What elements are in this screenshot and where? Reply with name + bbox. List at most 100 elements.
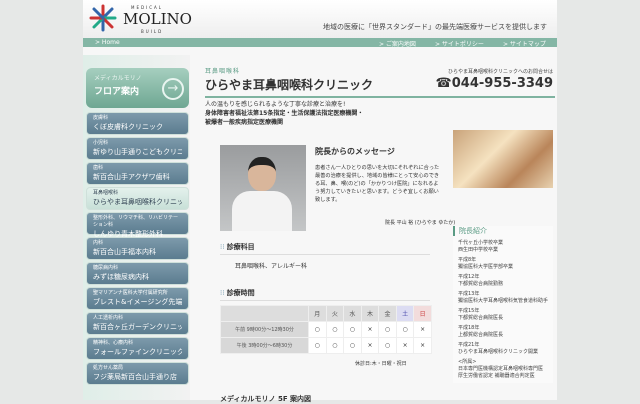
- sidebar-item-category: 内科: [93, 240, 104, 246]
- phone-icon: ☎: [435, 76, 452, 91]
- sidebar-item-label: ひらやま耳鼻咽喉科クリニック: [93, 198, 182, 206]
- nav-home[interactable]: > Home: [95, 39, 120, 46]
- sidebar-item[interactable]: 処方せん薬局フジ薬局新百合山手通り店: [86, 362, 189, 385]
- sidebar-item-label: 新百合山手アクザワ歯科: [93, 173, 170, 181]
- availability-cell: ○: [343, 321, 362, 338]
- profile-entry: 千代ヶ丘小学校卒業 西生田中学校卒業: [458, 240, 504, 253]
- phone-value: 044-955-3349: [451, 76, 553, 91]
- header: MEDICAL MOLINO BUILD 地域の医療に「世界スタンダード」の最先…: [83, 0, 557, 38]
- time-label: 午前 9時00分〜12時30分: [220, 321, 309, 338]
- sidebar-item-category: 精神科、心療内科: [93, 340, 134, 346]
- profile-entry: 平成13年 獨協医科大学耳鼻咽喉科気管食道科助手: [458, 291, 549, 304]
- availability-cell: ○: [395, 321, 415, 338]
- hours-heading: 診療時間: [220, 288, 430, 301]
- availability-cell: ×: [413, 337, 432, 354]
- header-cell: [220, 305, 309, 322]
- logo-icon[interactable]: [89, 4, 117, 32]
- table-header-row: 月火水木金土日: [220, 305, 432, 322]
- sidebar-item-category: 整形外科、リウマチ科、リハビリテーション科: [93, 215, 179, 228]
- day-header: 日: [413, 305, 432, 322]
- profile-entry: 平成15年 下都賀総合病院医長: [458, 308, 504, 321]
- floor-guide-button[interactable]: メディカルモリノ フロア案内 →: [86, 68, 189, 108]
- phone-number: ☎044-955-3349: [436, 76, 553, 91]
- intro: 人の温もりを感じられるような丁寧な診療と治療を! 身体障害者福祉法第15条指定・…: [205, 100, 435, 127]
- sidebar-item[interactable]: 精神科、心療内科フォールファインクリニック: [86, 337, 189, 360]
- profile-entry: 平成12年 下都賀総合病院勤務: [458, 274, 504, 287]
- availability-cell: ○: [325, 337, 345, 354]
- closed-days: 休診日:木・日曜・祝日: [355, 361, 407, 367]
- availability-cell: ×: [395, 337, 415, 354]
- nav-policy[interactable]: > サイトポリシー: [435, 39, 484, 48]
- logo-name[interactable]: MOLINO: [123, 10, 192, 28]
- floor-sub: メディカルモリノ: [94, 75, 142, 82]
- sidebar-item-category: 糖尿病内科: [93, 265, 119, 271]
- availability-cell: ○: [325, 321, 345, 338]
- sidebar-item-label: フォールファインクリニック: [93, 348, 182, 356]
- sidebar-item-category: 処方せん薬局: [93, 365, 124, 371]
- signature: 院長 平山 裕 (ひらやま ゆたか): [385, 220, 456, 226]
- sidebar-item-label: 新百合ヶ丘ガーデンクリニック: [93, 323, 182, 331]
- table-row: 午後 3時00分〜6時30分 ○ ○ ○ × ○ × ×: [220, 337, 432, 354]
- floor-title: フロア案内: [94, 87, 140, 97]
- day-header: 水: [343, 305, 362, 322]
- day-header: 月: [308, 305, 327, 322]
- profile-panel: 院長紹介 千代ヶ丘小学校卒業 西生田中学校卒業 平成8年 獨協医科大学医学部卒業平…: [453, 226, 553, 383]
- sidebar-item-label: フジ薬局新百合山手通り店: [93, 373, 177, 381]
- day-header: 木: [360, 305, 380, 322]
- message-body: 患者さん一人ひとりの思いを大切にそれぞれに合った最善の治療を提供し、地域の皆様に…: [315, 165, 440, 203]
- sidebar-item[interactable]: 皮膚科くぼ皮膚科クリニック: [86, 112, 189, 135]
- nav-map[interactable]: > ご案内地図: [379, 39, 416, 48]
- main-content: 耳鼻咽喉科 ひらやま耳鼻咽喉科クリニック ひらやま耳鼻咽喉科クリニックへのお問合…: [205, 66, 555, 403]
- sidebar-item[interactable]: 耳鼻咽喉科ひらやま耳鼻咽喉科クリニック: [86, 187, 189, 210]
- sidebar-item[interactable]: 糖尿病内科みずほ糖尿病内科: [86, 262, 189, 285]
- sidebar-item-category: 皮膚科: [93, 115, 109, 121]
- sidebar-item[interactable]: 聖マリアンナ医科大学付属研究所ブレスト&イメージング先端医療センター: [86, 287, 189, 310]
- sidebar-item-category: 小児科: [93, 140, 109, 146]
- doctor-photo: [220, 145, 306, 231]
- hours-table: 月火水木金土日午前 9時00分〜12時30分 ○ ○ ○ × ○ ○ × 午後 3時00分〜6時…: [220, 305, 432, 354]
- time-label: 午後 3時00分〜6時30分: [220, 337, 309, 354]
- availability-cell: ×: [360, 337, 380, 354]
- table-row: 午前 9時00分〜12時30分 ○ ○ ○ × ○ ○ ×: [220, 321, 432, 338]
- sidebar-item-category: 歯科: [93, 165, 104, 171]
- availability-cell: ○: [308, 321, 327, 338]
- logo-build: BUILD: [141, 29, 164, 34]
- sidebar-item[interactable]: 人工透析内科新百合ヶ丘ガーデンクリニック: [86, 312, 189, 335]
- sidebar-item-category: 耳鼻咽喉科: [93, 190, 119, 196]
- profile-title: 院長紹介: [453, 226, 553, 236]
- day-header: 金: [378, 305, 397, 322]
- dept-list: 耳鼻咽喉科、アレルギー科: [235, 263, 308, 270]
- sidebar-item-label: くぼ皮膚科クリニック: [93, 123, 163, 131]
- sidebar-item[interactable]: 整形外科、リウマチ科、リハビリテーション科 しんゆり青木整形外科: [86, 212, 189, 238]
- message-title: 院長からのメッセージ: [315, 147, 395, 156]
- sidebar-item-label: ブレスト&イメージング先端医療センター: [93, 298, 182, 306]
- availability-cell: ○: [378, 321, 397, 338]
- intro-line: 被爆者一般疾病指定医療機関: [205, 119, 284, 126]
- availability-cell: ×: [413, 321, 432, 338]
- sidebar-item[interactable]: 小児科新ゆり山手通りこどもクリニック: [86, 137, 189, 160]
- sidebar-item-label: 新百合山手福本内科: [93, 248, 156, 256]
- sidebar: メディカルモリノ フロア案内 → 皮膚科くぼ皮膚科クリニック 小児科新ゆり山手通り…: [83, 55, 190, 400]
- intro-line: 身体障害者福祉法第15条指定・生活保護法指定医療機関・: [205, 110, 364, 117]
- sidebar-item[interactable]: 内科新百合山手福本内科: [86, 237, 189, 260]
- profile-entry: 平成18年 上都賀総合病院医長: [458, 325, 504, 338]
- clinic-interior-photo: [453, 130, 553, 188]
- inquiry-label: ひらやま耳鼻咽喉科クリニックへのお問合せは: [447, 69, 553, 75]
- dept-heading: 診療科目: [220, 242, 430, 255]
- sidebar-item-label: みずほ糖尿病内科: [93, 273, 149, 281]
- sidebar-item[interactable]: 歯科新百合山手アクザワ歯科: [86, 162, 189, 185]
- top-nav: > Home > ご案内地図 > サイトポリシー > サイトマップ: [83, 38, 557, 48]
- sidebar-item-category: 聖マリアンナ医科大学付属研究所: [93, 290, 168, 296]
- day-header: 火: [325, 305, 345, 322]
- availability-cell: ○: [378, 337, 397, 354]
- sidebar-item-label: 新ゆり山手通りこどもクリニック: [93, 148, 182, 156]
- profile-entry: <所属> 日本専門医機構認定耳鼻咽喉科専門医 厚生労働省認定 補聴器適合判定医: [458, 359, 544, 379]
- nav-sitemap[interactable]: > サイトマップ: [503, 39, 546, 48]
- access-heading: メディカルモリノ 5F 案内図: [220, 395, 312, 403]
- availability-cell: ○: [343, 337, 362, 354]
- sidebar-item-category: 人工透析内科: [93, 315, 124, 321]
- tagline: 地域の医療に「世界スタンダード」の最先端医療サービスを提供します: [323, 23, 547, 31]
- profile-entry: 平成21年 ひらやま耳鼻咽喉科クリニック開業: [458, 342, 539, 355]
- day-header: 土: [395, 305, 415, 322]
- availability-cell: ○: [308, 337, 327, 354]
